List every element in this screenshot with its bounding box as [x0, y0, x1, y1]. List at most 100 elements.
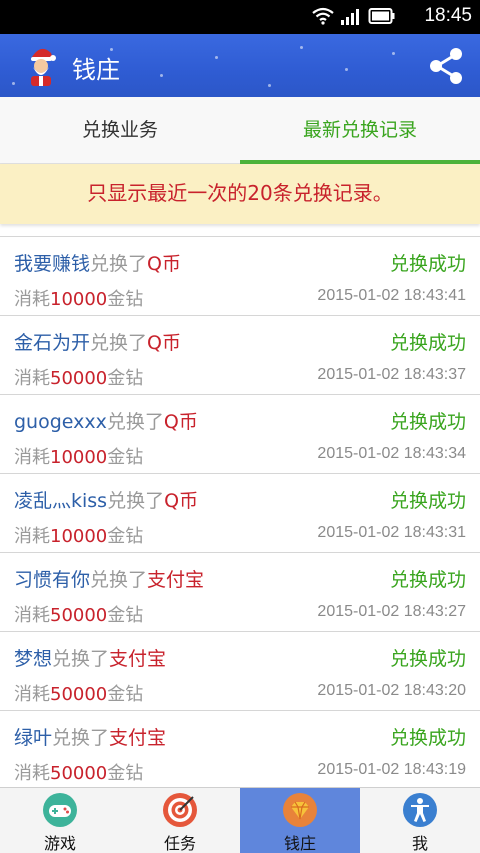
- record-time: 2015-01-02 18:43:31: [317, 524, 466, 541]
- record-username: 金石为开: [14, 332, 91, 354]
- record-title: guogexxx兑换了Q币: [14, 407, 198, 434]
- nav-label-me: 我: [411, 834, 428, 853]
- record-status: 兑换成功: [389, 411, 466, 433]
- record-cost: 消耗10000金钻: [14, 285, 143, 311]
- status-time: 18:45: [424, 5, 472, 26]
- record-status: 兑换成功: [389, 569, 466, 591]
- record-row[interactable]: 绿叶兑换了支付宝 消耗50000金钻 兑换成功 2015-01-02 18:43:19: [0, 711, 480, 787]
- record-title: 梦想兑换了支付宝: [14, 644, 166, 671]
- tab-exchange-service[interactable]: 兑换业务: [0, 97, 240, 164]
- nav-item-tasks[interactable]: 任务: [120, 788, 240, 853]
- record-action: 兑换了: [90, 332, 148, 354]
- record-row[interactable]: 梦想兑换了支付宝 消耗50000金钻 兑换成功 2015-01-02 18:43:20: [0, 632, 480, 711]
- record-title: 我要赚钱兑换了Q币: [14, 249, 181, 276]
- record-row[interactable]: guogexxx兑换了Q币 消耗10000金钻 兑换成功 2015-01-02 18:…: [0, 395, 480, 474]
- record-cost: 消耗50000金钻: [14, 364, 143, 390]
- gamepad-icon: [43, 793, 77, 827]
- record-title: 习惯有你兑换了支付宝: [14, 565, 204, 592]
- record-item: 支付宝: [147, 569, 205, 591]
- record-item: Q币: [164, 490, 199, 512]
- record-consume-label: 消耗: [14, 763, 50, 784]
- record-row[interactable]: 我要赚钱兑换了Q币 消耗10000金钻 兑换成功 2015-01-02 18:43:4…: [0, 237, 480, 316]
- record-action: 兑换了: [106, 411, 164, 433]
- nav-label-bank: 钱庄: [283, 834, 316, 853]
- record-consume-label: 消耗: [14, 684, 50, 705]
- nav-item-me[interactable]: 我: [360, 788, 480, 853]
- record-action: 兑换了: [90, 569, 148, 591]
- record-cost: 消耗50000金钻: [14, 759, 143, 785]
- record-time: 2015-01-02 18:43:19: [317, 761, 466, 778]
- signal-icon: [341, 9, 359, 25]
- status-bar: 18:45: [0, 0, 480, 34]
- record-unit: 金钻: [107, 526, 144, 547]
- record-item: Q币: [163, 411, 198, 433]
- record-status: 兑换成功: [389, 253, 466, 275]
- record-username: 凌乱灬kiss: [14, 490, 108, 512]
- record-amount: 10000: [50, 289, 108, 310]
- record-consume-label: 消耗: [14, 447, 50, 468]
- record-status: 兑换成功: [389, 490, 466, 512]
- santa-icon: [31, 48, 56, 86]
- page-title: 钱庄: [72, 56, 120, 84]
- person-icon: [403, 793, 437, 827]
- record-action: 兑换了: [107, 490, 165, 512]
- target-icon: [163, 793, 197, 827]
- record-row[interactable]: 凌乱灬kiss兑换了Q币 消耗10000金钻 兑换成功 2015-01-02 18:4…: [0, 474, 480, 553]
- record-username: 绿叶: [14, 727, 53, 749]
- record-item: 支付宝: [109, 648, 167, 670]
- record-unit: 金钻: [107, 447, 144, 468]
- diamond-icon: [283, 793, 317, 827]
- record-amount: 50000: [50, 368, 108, 389]
- record-amount: 50000: [50, 684, 108, 705]
- record-username: 梦想: [14, 648, 53, 670]
- nav-item-games[interactable]: 游戏: [0, 788, 120, 853]
- nav-label-tasks: 任务: [163, 834, 196, 853]
- wifi-icon: [312, 7, 334, 25]
- tab-latest-records[interactable]: 最新兑换记录: [240, 97, 480, 164]
- record-consume-label: 消耗: [14, 368, 50, 389]
- record-amount: 50000: [50, 605, 108, 626]
- record-title: 金石为开兑换了Q币: [14, 328, 181, 355]
- record-amount: 10000: [50, 447, 108, 468]
- record-unit: 金钻: [107, 684, 144, 705]
- record-unit: 金钻: [107, 605, 144, 626]
- bottom-nav: 游戏 任务 钱庄 我: [0, 787, 480, 853]
- notice-banner: 只显示最近一次的20条兑换记录。: [0, 164, 480, 224]
- nav-item-bank[interactable]: 钱庄: [240, 788, 360, 853]
- record-consume-label: 消耗: [14, 605, 50, 626]
- status-icons: [312, 7, 396, 25]
- record-status: 兑换成功: [389, 648, 466, 670]
- record-unit: 金钻: [107, 368, 144, 389]
- record-title: 绿叶兑换了支付宝: [14, 723, 166, 750]
- nav-label-games: 游戏: [43, 834, 76, 853]
- share-icon[interactable]: [426, 46, 466, 86]
- record-username: 我要赚钱: [14, 253, 91, 275]
- record-username: guogexxx: [14, 411, 107, 433]
- record-item: Q币: [147, 332, 181, 354]
- record-cost: 消耗10000金钻: [14, 443, 143, 469]
- record-time: 2015-01-02 18:43:27: [317, 603, 466, 620]
- record-item: 支付宝: [109, 727, 167, 749]
- record-title: 凌乱灬kiss兑换了Q币: [14, 486, 198, 513]
- record-action: 兑换了: [52, 727, 110, 749]
- record-amount: 10000: [50, 526, 108, 547]
- record-consume-label: 消耗: [14, 289, 50, 310]
- record-cost: 消耗50000金钻: [14, 680, 143, 706]
- record-username: 习惯有你: [14, 569, 91, 591]
- record-action: 兑换了: [90, 253, 148, 275]
- records-list[interactable]: 我要赚钱兑换了Q币 消耗10000金钻 兑换成功 2015-01-02 18:43:4…: [0, 236, 480, 787]
- record-item: Q币: [147, 253, 181, 275]
- record-unit: 金钻: [107, 763, 144, 784]
- record-cost: 消耗50000金钻: [14, 601, 143, 627]
- record-row[interactable]: 金石为开兑换了Q币 消耗50000金钻 兑换成功 2015-01-02 18:43:3…: [0, 316, 480, 395]
- record-action: 兑换了: [52, 648, 110, 670]
- record-cost: 消耗10000金钻: [14, 522, 143, 548]
- record-status: 兑换成功: [389, 727, 466, 749]
- record-time: 2015-01-02 18:43:37: [317, 366, 466, 383]
- record-consume-label: 消耗: [14, 526, 50, 547]
- record-time: 2015-01-02 18:43:20: [317, 682, 466, 699]
- record-time: 2015-01-02 18:43:34: [317, 445, 466, 462]
- tab-bar: 兑换业务 最新兑换记录: [0, 97, 480, 164]
- record-unit: 金钻: [107, 289, 144, 310]
- record-row[interactable]: 习惯有你兑换了支付宝 消耗50000金钻 兑换成功 2015-01-02 18:43:…: [0, 553, 480, 632]
